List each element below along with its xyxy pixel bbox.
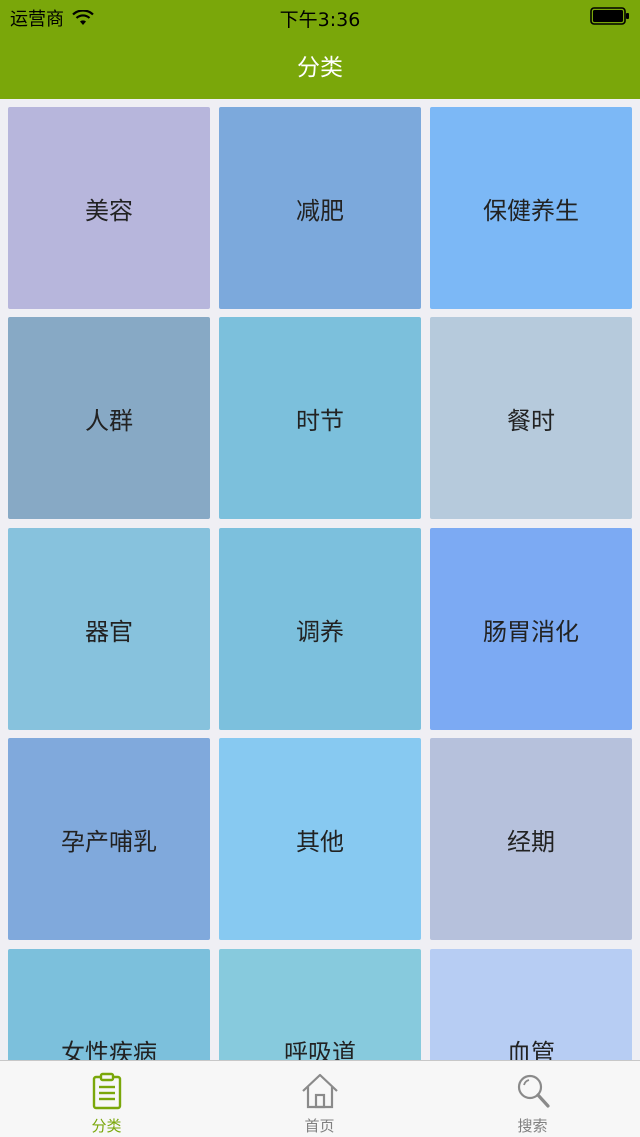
category-tile-pregnancy[interactable]: 孕产哺乳 — [8, 738, 210, 940]
tab-bar: 分类 首页 搜索 — [0, 1060, 640, 1137]
page-title: 分类 — [297, 55, 343, 81]
tab-home[interactable]: 首页 — [213, 1061, 426, 1137]
category-label: 呼吸道 — [284, 1038, 356, 1061]
category-label: 时节 — [296, 406, 344, 435]
tab-label: 分类 — [91, 1117, 122, 1135]
tab-search[interactable]: 搜索 — [426, 1061, 639, 1137]
category-label: 孕产哺乳 — [61, 827, 157, 856]
category-tile-mealtime[interactable]: 餐时 — [430, 317, 632, 519]
category-tile-womens-disease[interactable]: 女性疾病 — [8, 949, 210, 1060]
category-tile-menstruation[interactable]: 经期 — [430, 738, 632, 940]
tab-label: 首页 — [304, 1117, 335, 1135]
category-label: 经期 — [507, 827, 555, 856]
search-icon — [517, 1074, 550, 1108]
category-tile-season[interactable]: 时节 — [219, 317, 421, 519]
category-label: 血管 — [507, 1038, 555, 1061]
battery-icon — [590, 7, 629, 25]
category-label: 器官 — [85, 617, 133, 646]
category-tile-organs[interactable]: 器官 — [8, 528, 210, 730]
category-grid: 美容 减肥 保健养生 人群 时节 餐时 器官 调养 肠胃消化 孕产哺乳 其他 经… — [0, 99, 640, 1060]
clipboard-list-icon — [92, 1072, 121, 1110]
category-label: 女性疾病 — [61, 1038, 157, 1061]
category-label: 人群 — [85, 406, 133, 435]
category-tile-respiratory[interactable]: 呼吸道 — [219, 949, 421, 1060]
category-label: 餐时 — [507, 406, 555, 435]
category-label: 其他 — [296, 827, 344, 856]
category-label: 减肥 — [296, 196, 344, 225]
category-tile-health-care[interactable]: 保健养生 — [430, 107, 632, 309]
tab-category[interactable]: 分类 — [0, 1061, 213, 1137]
category-tile-weight-loss[interactable]: 减肥 — [219, 107, 421, 309]
category-label: 肠胃消化 — [483, 617, 579, 646]
category-tile-digestion[interactable]: 肠胃消化 — [430, 528, 632, 730]
category-label: 调养 — [296, 617, 344, 646]
category-tile-beauty[interactable]: 美容 — [8, 107, 210, 309]
tab-label: 搜索 — [517, 1117, 548, 1135]
category-tile-recuperation[interactable]: 调养 — [219, 528, 421, 730]
home-icon — [301, 1073, 338, 1109]
top-bar: 运营商 下午3:36 分类 — [0, 0, 640, 99]
category-tile-blood-vessels[interactable]: 血管 — [430, 949, 632, 1060]
category-label: 保健养生 — [483, 196, 579, 225]
category-tile-people[interactable]: 人群 — [8, 317, 210, 519]
category-tile-other[interactable]: 其他 — [219, 738, 421, 940]
category-label: 美容 — [85, 196, 133, 225]
status-time: 下午3:36 — [279, 9, 361, 31]
status-bar: 运营商 下午3:36 — [0, 0, 640, 32]
